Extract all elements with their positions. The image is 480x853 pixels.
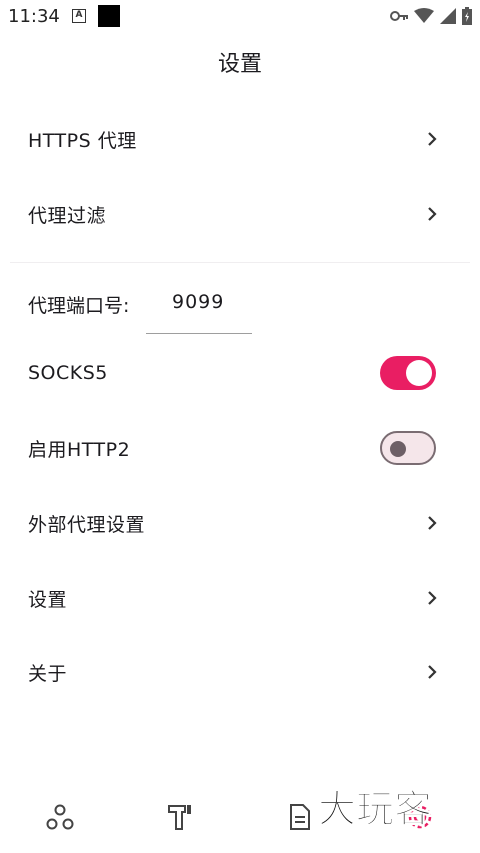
- row-settings[interactable]: 设置: [0, 568, 480, 628]
- chevron-right-icon: [428, 665, 437, 679]
- proxy-port-label: 代理端口号:: [28, 295, 130, 317]
- row-http2: 启用HTTP2: [0, 418, 480, 478]
- network-icon[interactable]: [45, 802, 75, 832]
- row-socks5: SOCKS5: [0, 343, 480, 403]
- notification-square-icon: [98, 5, 120, 27]
- toggle-knob: [406, 360, 432, 386]
- row-https-proxy[interactable]: HTTPS 代理: [0, 109, 480, 169]
- socks5-toggle[interactable]: [380, 356, 436, 390]
- toggle-knob: [390, 441, 406, 457]
- proxy-filter-label: 代理过滤: [28, 204, 107, 227]
- signal-icon: [440, 8, 456, 24]
- chevron-right-icon: [428, 591, 437, 605]
- page-title: 设置: [217, 52, 262, 77]
- proxy-port-value: 9099: [172, 291, 225, 313]
- chevron-right-icon: [428, 132, 437, 146]
- https-proxy-label: HTTPS 代理: [28, 129, 137, 152]
- document-icon[interactable]: [285, 802, 315, 832]
- status-time: 11:34: [8, 6, 60, 27]
- socks5-label: SOCKS5: [28, 362, 108, 384]
- chevron-right-icon: [428, 207, 437, 221]
- battery-icon: [462, 7, 472, 25]
- wifi-icon: [414, 8, 434, 23]
- key-icon: [390, 11, 408, 21]
- app-screen: 11:34 A 设置 HTTPS 代理 代理过滤 代理端口号: 9099 SOC…: [0, 0, 480, 853]
- section-divider: [10, 262, 470, 263]
- status-bar: 11:34 A: [0, 0, 480, 34]
- external-proxy-label: 外部代理设置: [28, 513, 146, 536]
- accessibility-badge-icon: A: [72, 9, 86, 23]
- http2-label: 启用HTTP2: [28, 438, 131, 461]
- settings-label: 设置: [28, 588, 68, 611]
- status-icons: [390, 7, 472, 25]
- watermark-logo: 大玩客: [318, 787, 433, 832]
- http2-toggle[interactable]: [380, 431, 436, 465]
- row-external-proxy[interactable]: 外部代理设置: [0, 493, 480, 553]
- about-label: 关于: [28, 662, 68, 685]
- row-about[interactable]: 关于: [0, 642, 480, 702]
- row-proxy-filter[interactable]: 代理过滤: [0, 184, 480, 244]
- chevron-right-icon: [428, 516, 437, 530]
- svg-text:大玩客: 大玩客: [318, 787, 432, 831]
- tools-icon[interactable]: [165, 802, 195, 832]
